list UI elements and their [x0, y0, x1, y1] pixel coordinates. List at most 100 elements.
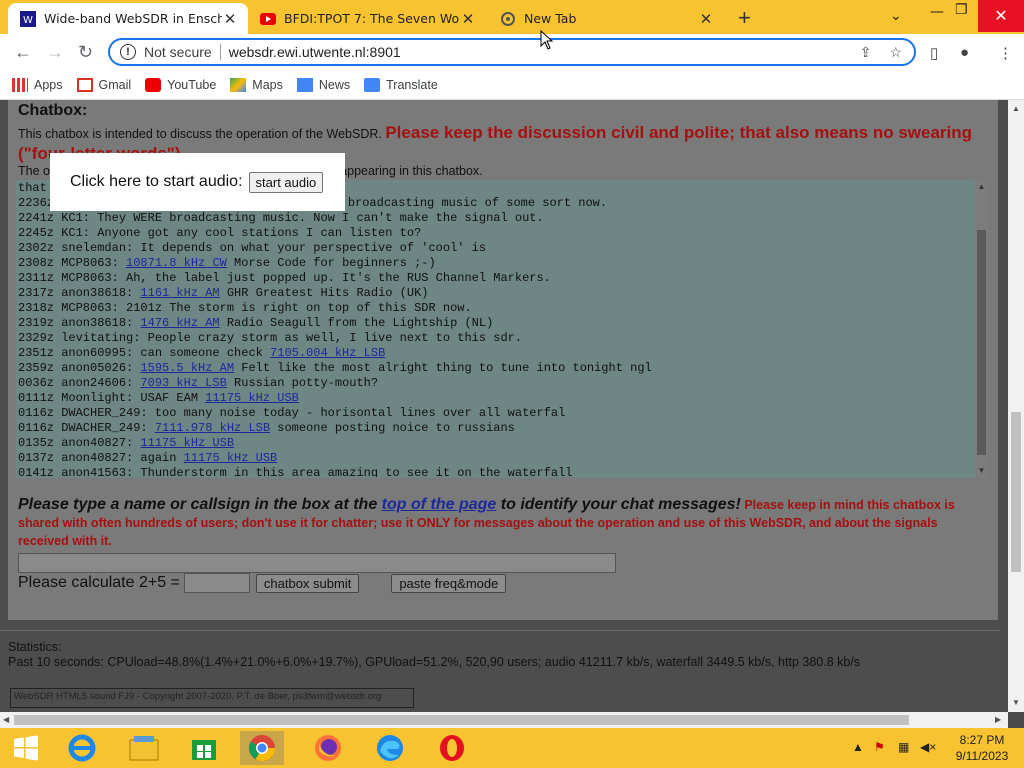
- websdr-favicon-icon: W: [20, 10, 36, 27]
- captcha-input[interactable]: [183, 573, 250, 593]
- bookmark-youtube[interactable]: YouTube: [145, 78, 216, 92]
- chat-log-lines: that 2236z they're broadcasting music of …: [18, 181, 973, 477]
- apps-grid-icon: [12, 78, 28, 92]
- frequency-link[interactable]: 11175 kHz USB: [184, 451, 278, 465]
- intro2-left: The o: [18, 164, 50, 178]
- warning-icon[interactable]: !: [120, 44, 136, 60]
- chat-log[interactable]: that 2236z they're broadcasting music of …: [16, 180, 988, 478]
- bookmark-label: Apps: [34, 78, 63, 92]
- chat-line-text: 0036z anon24606:: [18, 376, 141, 390]
- scroll-left-arrow-icon[interactable]: ◀: [3, 715, 9, 724]
- frequency-link[interactable]: 7111.978 kHz LSB: [155, 421, 270, 435]
- store-icon[interactable]: [182, 731, 226, 765]
- bookmark-maps[interactable]: Maps: [230, 78, 283, 92]
- page-horizontal-scrollbar[interactable]: ◀ ▶: [0, 712, 1008, 728]
- scroll-up-arrow-icon[interactable]: ▲: [1012, 104, 1020, 113]
- frequency-link[interactable]: 7105.004 kHz LSB: [270, 346, 385, 360]
- restore-icon[interactable]: ❐: [955, 2, 968, 18]
- chat-line-text: 2245z KC1: Anyone got any cool stations …: [18, 226, 422, 240]
- chat-line: 2311z MCP8063: Ah, the label just popped…: [18, 271, 973, 286]
- menu-kebab-icon[interactable]: ⋮: [998, 44, 1013, 62]
- bookmark-label: Maps: [252, 78, 283, 92]
- frequency-link[interactable]: 1476 kHz AM: [140, 316, 219, 330]
- taskbar-clock[interactable]: 8:27 PM 9/11/2023: [946, 732, 1018, 764]
- start-windows-icon[interactable]: [4, 731, 48, 765]
- chat-line-text: 0116z DWACHER_249: too many noise today …: [18, 406, 566, 420]
- chat-line: 2318z MCP8063: 2101z The storm is right …: [18, 301, 973, 316]
- internet-explorer-icon[interactable]: [60, 731, 104, 765]
- captcha-label: Please calculate 2+5 =: [18, 574, 180, 591]
- new-tab-plus-icon[interactable]: +: [738, 5, 751, 31]
- page-vertical-scrollbar[interactable]: ▲ ▼: [1008, 100, 1024, 712]
- tab-search-chevron-icon[interactable]: ⌄: [890, 8, 902, 24]
- chat-line: 2302z snelemdan: It depends on what your…: [18, 241, 973, 256]
- action-center-flag-icon[interactable]: ⚑: [874, 740, 885, 754]
- paste-freq-mode-button[interactable]: paste freq&mode: [391, 573, 507, 593]
- tab-websdr[interactable]: W Wide-band WebSDR in Enschede ✕: [8, 3, 248, 34]
- frequency-link[interactable]: 11175 kHz USB: [140, 436, 234, 450]
- scroll-up-arrow-icon[interactable]: ▲: [975, 182, 988, 191]
- edge-icon[interactable]: [368, 731, 412, 765]
- bookmark-news[interactable]: News: [296, 78, 350, 92]
- bookmark-gmail[interactable]: Gmail: [76, 78, 131, 92]
- chat-line: 2317z anon38618: 1161 kHz AM GHR Greates…: [18, 286, 973, 301]
- network-icon[interactable]: ▦: [898, 740, 909, 754]
- frequency-link[interactable]: 7093 kHz LSB: [140, 376, 226, 390]
- bookmark-apps[interactable]: Apps: [12, 78, 63, 92]
- frequency-link[interactable]: 11175 kHz USB: [205, 391, 299, 405]
- mouse-cursor-icon: [540, 30, 554, 50]
- side-panel-icon[interactable]: ▯: [930, 44, 938, 62]
- not-secure-label[interactable]: Not secure: [144, 44, 212, 60]
- chat-line-text: that: [18, 181, 47, 195]
- scroll-thumb[interactable]: [14, 715, 909, 725]
- file-explorer-icon[interactable]: [122, 731, 166, 765]
- chat-line: 2245z KC1: Anyone got any cool stations …: [18, 226, 973, 241]
- tab-title: New Tab: [524, 11, 577, 26]
- share-icon[interactable]: ⇪: [860, 44, 872, 61]
- top-of-page-link[interactable]: top of the page: [382, 496, 497, 513]
- url-text[interactable]: websdr.ewi.utwente.nl:8901: [229, 44, 401, 60]
- close-icon[interactable]: ✕: [698, 10, 714, 28]
- scroll-thumb[interactable]: [1011, 412, 1021, 572]
- divider: [219, 44, 221, 60]
- scroll-right-arrow-icon[interactable]: ▶: [995, 715, 1001, 724]
- back-arrow-icon[interactable]: ←: [14, 42, 32, 63]
- address-bar[interactable]: ! Not secure websdr.ewi.utwente.nl:8901 …: [108, 38, 916, 66]
- chrome-icon: [500, 11, 516, 27]
- chrome-taskbar-icon[interactable]: [240, 731, 284, 765]
- scroll-down-arrow-icon[interactable]: ▼: [1012, 698, 1020, 707]
- close-icon[interactable]: ✕: [222, 10, 238, 28]
- volume-icon[interactable]: ◀×: [920, 740, 936, 754]
- minimize-icon[interactable]: —: [930, 4, 944, 20]
- window-close-icon[interactable]: ✕: [978, 0, 1024, 32]
- start-audio-label: Click here to start audio:: [70, 173, 243, 190]
- chat-message-input[interactable]: [18, 553, 616, 573]
- tray-chevron-up-icon[interactable]: ▲: [852, 740, 864, 754]
- start-audio-button[interactable]: start audio: [248, 171, 324, 193]
- reload-icon[interactable]: ↻: [78, 42, 93, 63]
- start-audio-popup: Click here to start audio: start audio: [50, 153, 345, 211]
- tab-youtube[interactable]: BFDI:TPOT 7: The Seven Wonders ✕: [248, 3, 486, 34]
- bookmark-translate[interactable]: Translate: [364, 78, 438, 92]
- captcha-row: Please calculate 2+5 = chatbox submit pa…: [18, 573, 507, 593]
- frequency-link[interactable]: 1161 kHz AM: [140, 286, 219, 300]
- bookmark-label: Translate: [386, 78, 438, 92]
- opera-icon[interactable]: [430, 731, 474, 765]
- frequency-link[interactable]: 10871.8 kHz CW: [126, 256, 227, 270]
- chatbox-submit-button[interactable]: chatbox submit: [255, 573, 360, 593]
- forward-arrow-icon[interactable]: →: [46, 42, 64, 63]
- scroll-down-arrow-icon[interactable]: ▼: [975, 466, 988, 475]
- profile-avatar-icon[interactable]: ●: [960, 44, 969, 61]
- divider: [0, 630, 1000, 631]
- chat-line-text: 0137z anon40827: again: [18, 451, 184, 465]
- close-icon[interactable]: ✕: [460, 10, 476, 28]
- bookmark-star-icon[interactable]: ☆: [889, 44, 902, 61]
- tab-new-tab[interactable]: New Tab ✕: [488, 3, 724, 34]
- chat-line-text: 2308z MCP8063:: [18, 256, 127, 270]
- frequency-link[interactable]: 1595.5 kHz AM: [140, 361, 234, 375]
- chat-log-scrollbar[interactable]: ▲ ▼: [975, 180, 988, 478]
- chat-instructions: Please type a name or callsign in the bo…: [18, 496, 983, 550]
- chat-line-text: 2359z anon05026:: [18, 361, 141, 375]
- firefox-icon[interactable]: [306, 731, 350, 765]
- scroll-thumb[interactable]: [977, 230, 986, 455]
